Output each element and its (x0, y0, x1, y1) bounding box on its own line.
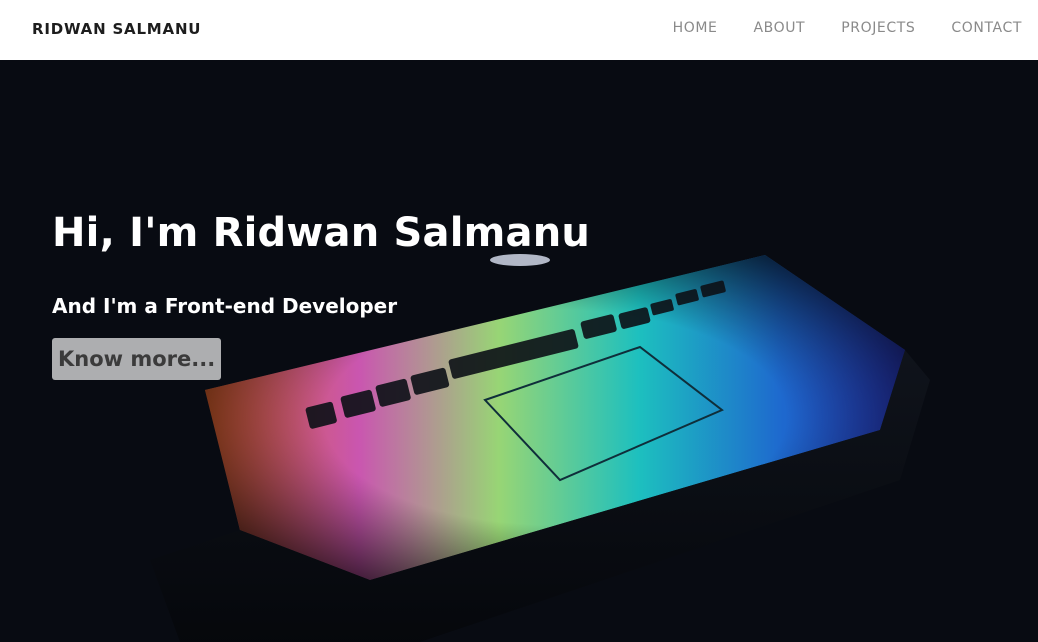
site-brand[interactable]: RIDWAN SALMANU (32, 20, 201, 38)
nav-link-home[interactable]: HOME (673, 20, 718, 36)
nav-link-about[interactable]: ABOUT (753, 20, 805, 36)
hero-text-block: Hi, I'm Ridwan Salmanu And I'm a Front-e… (52, 210, 590, 380)
nav-link-projects[interactable]: PROJECTS (841, 20, 915, 36)
hero-headline: Hi, I'm Ridwan Salmanu (52, 210, 591, 256)
nav-menu: HOME ABOUT PROJECTS CONTACT (637, 20, 1022, 36)
top-navbar: RIDWAN SALMANU HOME ABOUT PROJECTS CONTA… (0, 0, 1038, 60)
hero-subheadline: And I'm a Front-end Developer (52, 294, 398, 318)
hero-section: Hi, I'm Ridwan Salmanu And I'm a Front-e… (0, 60, 1038, 642)
know-more-button[interactable]: Know more... (52, 338, 222, 380)
nav-link-contact[interactable]: CONTACT (951, 20, 1022, 36)
